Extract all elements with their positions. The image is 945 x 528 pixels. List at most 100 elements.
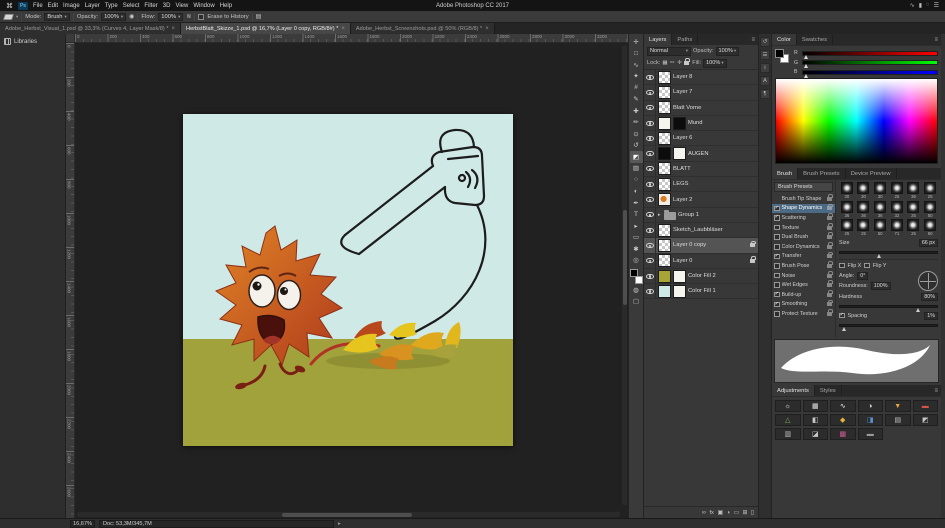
lasso-tool[interactable]: ∿ <box>630 59 643 71</box>
color-swatch-widget[interactable] <box>630 269 643 284</box>
character-panel-icon[interactable]: A <box>760 76 770 86</box>
eraser-tool[interactable]: ◩ <box>630 151 643 163</box>
visibility-toggle[interactable] <box>644 85 656 99</box>
horizontal-scrollbar-thumb[interactable] <box>282 513 412 517</box>
visibility-toggle[interactable] <box>644 70 656 84</box>
menu-3d[interactable]: 3D <box>163 3 171 9</box>
eraser-tool-preset-icon[interactable] <box>3 14 14 20</box>
brush-tip[interactable]: 32 <box>889 201 905 219</box>
vertical-scrollbar[interactable] <box>622 45 627 505</box>
flip-y-checkbox[interactable] <box>864 263 870 269</box>
panel-menu-icon[interactable]: ≡ <box>931 385 941 396</box>
apple-menu-icon[interactable]: ⌘ <box>6 2 13 10</box>
menu-select[interactable]: Select <box>123 3 140 9</box>
lock-position-icon[interactable]: ✛ <box>677 60 682 66</box>
menu-window[interactable]: Window <box>193 3 214 9</box>
tab-close-icon[interactable]: × <box>485 26 489 32</box>
brush-section-dual-brush[interactable]: Dual Brush <box>772 232 835 242</box>
hardness-value[interactable]: 80% <box>921 293 938 301</box>
brush-section-color-dynamics[interactable]: Color Dynamics <box>772 242 835 252</box>
spacing-checkbox[interactable]: ✓ <box>839 313 845 319</box>
layer-row[interactable]: Color Fill 1 <box>644 284 758 299</box>
brush-tip[interactable]: 71 <box>889 219 905 237</box>
quick-selection-tool[interactable]: ✦ <box>630 71 643 83</box>
brush-section-protect-texture[interactable]: Protect Texture <box>772 309 835 319</box>
opacity-value[interactable]: 100%▾ <box>101 13 126 21</box>
document-tab[interactable]: HerbstBlatt_Skizze_1.psd @ 16,7% (Layer … <box>181 23 351 34</box>
tool-preset-caret-icon[interactable]: ▾ <box>16 14 18 20</box>
visibility-toggle[interactable] <box>644 146 656 160</box>
brush-presets-button[interactable]: Brush Presets <box>774 182 833 192</box>
size-slider[interactable] <box>839 251 938 254</box>
pen-tool[interactable]: ✒ <box>630 197 643 209</box>
shape-tool[interactable]: ▭ <box>630 232 643 244</box>
brush-tip[interactable]: 36 <box>872 201 888 219</box>
spacing-slider-thumb[interactable] <box>842 327 846 331</box>
checkbox-icon[interactable]: ✓ <box>774 206 780 212</box>
angle-value[interactable]: 0° <box>857 272 868 280</box>
brush-tool[interactable]: ✏ <box>630 117 643 129</box>
checkbox-icon[interactable]: ✓ <box>774 215 780 221</box>
hardness-slider-thumb[interactable] <box>916 308 920 312</box>
layer-row[interactable]: Mund <box>644 116 758 131</box>
layer-row[interactable]: ▸Group 1 <box>644 208 758 223</box>
zoom-level-field[interactable]: 16,67% <box>70 520 95 528</box>
threshold-adjustment[interactable]: ◪ <box>803 428 829 440</box>
path-selection-tool[interactable]: ▸ <box>630 220 643 232</box>
layer-row[interactable]: Layer 2 <box>644 192 758 207</box>
checkbox-icon[interactable] <box>774 234 780 240</box>
angle-roundness-control[interactable] <box>918 271 938 291</box>
crop-tool[interactable]: # <box>630 82 643 94</box>
dodge-tool[interactable]: ◐ <box>630 186 643 198</box>
layer-row[interactable]: LEGS <box>644 177 758 192</box>
layer-fill-value[interactable]: 100%▾ <box>703 59 727 68</box>
brush-section-smoothing[interactable]: ✓Smoothing <box>772 300 835 310</box>
info-panel-icon[interactable]: i <box>760 63 770 73</box>
visibility-toggle[interactable] <box>644 101 656 115</box>
spacing-slider[interactable] <box>839 324 938 327</box>
brush-panel-toggle-icon[interactable]: ▤ <box>256 13 262 20</box>
color-balance-adjustment[interactable]: △ <box>775 414 801 426</box>
checkbox-icon[interactable]: ✓ <box>774 254 780 260</box>
background-color-swatch[interactable] <box>635 276 643 284</box>
layer-row[interactable]: Layer 8 <box>644 70 758 85</box>
new-group-icon[interactable]: ▭ <box>733 510 738 516</box>
visibility-toggle[interactable] <box>644 223 656 237</box>
flow-value[interactable]: 100%▾ <box>158 13 183 21</box>
layer-row[interactable]: Color Fill 2 <box>644 269 758 284</box>
brush-tip[interactable]: 25 <box>839 219 855 237</box>
layer-row[interactable]: Sketch_Laubbläser <box>644 223 758 238</box>
curves-adjustment[interactable]: ∿ <box>830 400 856 412</box>
lock-transparency-icon[interactable]: ▦ <box>662 60 667 66</box>
airbrush-icon[interactable]: ≋ <box>186 13 191 20</box>
checkbox-icon[interactable] <box>774 263 780 269</box>
channel-mixer-adjustment[interactable]: ◨ <box>858 414 884 426</box>
brush-tip[interactable]: 36 <box>856 201 872 219</box>
visibility-toggle[interactable] <box>644 131 656 145</box>
menu-layer[interactable]: Layer <box>85 3 100 9</box>
brush-tip[interactable]: 25 <box>922 182 938 200</box>
search-icon[interactable]: ◌ <box>926 2 930 9</box>
hand-tool[interactable]: ✱ <box>630 243 643 255</box>
move-tool[interactable]: ✛ <box>630 36 643 48</box>
layer-row[interactable]: Layer 6 <box>644 131 758 146</box>
clone-stamp-tool[interactable]: ⊙ <box>630 128 643 140</box>
photo-filter-adjustment[interactable]: ◆ <box>830 414 856 426</box>
layer-row[interactable]: Layer 0 copy <box>644 238 758 253</box>
menu-file[interactable]: File <box>33 3 43 9</box>
type-tool[interactable]: T <box>630 209 643 221</box>
document-tab[interactable]: Adobe_Herbst_Visual_1.psd @ 33,3% (Curve… <box>0 23 181 34</box>
layer-row[interactable]: Layer 0 <box>644 254 758 269</box>
color-slider-thumb[interactable] <box>804 64 808 68</box>
brush-tip[interactable]: 60 <box>922 219 938 237</box>
brush-section-wet-edges[interactable]: Wet Edges <box>772 280 835 290</box>
brush-tip[interactable]: 50 <box>872 219 888 237</box>
gradient-map-adjustment[interactable]: ▬ <box>858 428 884 440</box>
delete-layer-icon[interactable]: ▯ <box>751 510 754 516</box>
brush-tip[interactable]: 30 <box>839 182 855 200</box>
menu-type[interactable]: Type <box>105 3 118 9</box>
menu-filter[interactable]: Filter <box>144 3 157 9</box>
color-panel-swatches[interactable] <box>775 49 789 63</box>
properties-panel-icon[interactable]: ☰ <box>760 50 770 60</box>
checkbox-icon[interactable] <box>774 244 780 250</box>
